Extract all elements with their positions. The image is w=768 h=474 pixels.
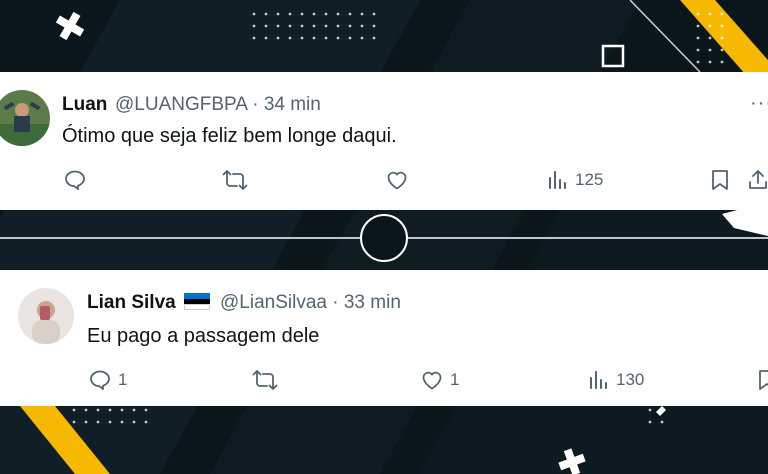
- separator: ·: [252, 94, 259, 115]
- retweet-button[interactable]: [252, 368, 284, 392]
- handle[interactable]: @LUANGFBPA: [115, 94, 247, 115]
- display-name[interactable]: Lian Silva: [87, 292, 214, 314]
- avatar[interactable]: [0, 90, 50, 146]
- retweet-icon: [222, 170, 248, 190]
- timestamp[interactable]: 34 min: [264, 94, 321, 115]
- display-name-text[interactable]: Lian Silva: [87, 292, 176, 313]
- retweet-icon: [252, 370, 278, 390]
- tweet-text: Eu pago a passagem dele: [87, 325, 320, 347]
- handle[interactable]: @LianSilvaa: [220, 292, 327, 313]
- like-count: 1: [450, 370, 460, 389]
- avatar[interactable]: [18, 288, 74, 344]
- timestamp[interactable]: 33 min: [344, 292, 401, 313]
- separator: ·: [332, 292, 339, 313]
- like-button[interactable]: [385, 168, 415, 192]
- views-button[interactable]: 125: [547, 168, 603, 192]
- avatar-image: [0, 90, 50, 146]
- tweet-text: Ótimo que seja feliz bem longe daqui.: [62, 125, 397, 147]
- bookmark-button[interactable]: [756, 368, 768, 392]
- like-icon: [387, 171, 407, 190]
- bookmark-icon: [759, 370, 768, 390]
- reply-button[interactable]: 1: [88, 368, 127, 392]
- retweet-button[interactable]: [222, 168, 254, 192]
- tweet-card[interactable]: Lian Silva @LianSilvaa · 33 min Eu pago …: [0, 270, 768, 406]
- share-icon: [749, 170, 767, 189]
- views-icon: [549, 171, 566, 189]
- views-icon: [590, 371, 607, 389]
- views-count: 125: [575, 170, 604, 189]
- handle-and-time[interactable]: @LianSilvaa · 33 min: [220, 292, 401, 314]
- views-button[interactable]: 130: [588, 368, 644, 392]
- reply-button[interactable]: [63, 168, 93, 192]
- reply-count: 1: [118, 370, 128, 389]
- share-button[interactable]: [748, 168, 768, 192]
- reply-icon: [65, 170, 85, 190]
- views-count: 130: [616, 370, 645, 389]
- more-icon[interactable]: ···: [750, 92, 768, 115]
- display-name[interactable]: Luan: [62, 94, 107, 116]
- like-icon: [422, 371, 442, 390]
- reply-icon: [90, 370, 110, 390]
- like-button[interactable]: 1: [420, 368, 459, 392]
- avatar-image: [18, 288, 74, 344]
- bookmark-button[interactable]: [709, 168, 731, 192]
- bookmark-icon: [712, 170, 728, 190]
- handle-and-time[interactable]: @LUANGFBPA · 34 min: [115, 94, 321, 116]
- estonia-flag-icon: [183, 293, 210, 310]
- tweet-card[interactable]: Luan @LUANGFBPA · 34 min ··· Ótimo que s…: [0, 72, 768, 210]
